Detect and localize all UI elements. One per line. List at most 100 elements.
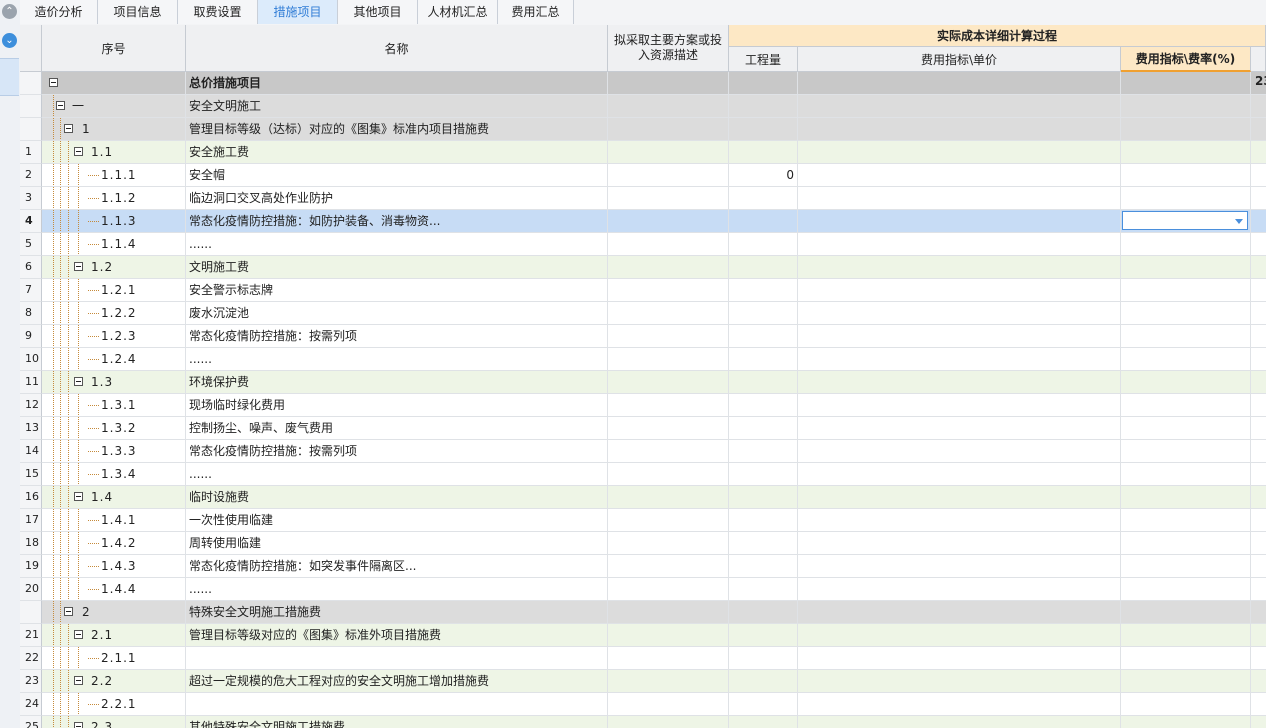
extra-cell[interactable]	[1251, 348, 1266, 371]
seq-cell[interactable]: 1.4.1	[42, 509, 186, 532]
unit-price-cell[interactable]	[798, 417, 1121, 440]
seq-cell[interactable]: 1.1.2	[42, 187, 186, 210]
unit-price-cell[interactable]	[798, 624, 1121, 647]
unit-price-cell[interactable]	[798, 371, 1121, 394]
table-row[interactable]: 23 2.2 超过一定规模的危大工程对应的安全文明施工增加措施费	[20, 670, 1266, 693]
extra-cell[interactable]	[1251, 716, 1266, 728]
desc-cell[interactable]	[608, 325, 729, 348]
qty-cell[interactable]	[729, 72, 798, 95]
extra-cell[interactable]	[1251, 555, 1266, 578]
unit-price-cell[interactable]	[798, 578, 1121, 601]
rate-cell[interactable]	[1121, 463, 1251, 486]
rate-cell[interactable]	[1121, 601, 1251, 624]
desc-cell[interactable]	[608, 72, 729, 95]
name-cell[interactable]: 总价措施项目	[186, 72, 608, 95]
table-row[interactable]: 9 1.2.3 常态化疫情防控措施：按需列项	[20, 325, 1266, 348]
desc-cell[interactable]	[608, 164, 729, 187]
unit-price-cell[interactable]	[798, 164, 1121, 187]
unit-price-cell[interactable]	[798, 233, 1121, 256]
unit-price-cell[interactable]	[798, 716, 1121, 728]
name-cell[interactable]: ......	[186, 578, 608, 601]
unit-price-cell[interactable]	[798, 509, 1121, 532]
desc-cell[interactable]	[608, 233, 729, 256]
rate-cell[interactable]	[1121, 417, 1251, 440]
unit-price-cell[interactable]	[798, 279, 1121, 302]
rate-cell[interactable]	[1121, 72, 1251, 95]
qty-cell[interactable]	[729, 601, 798, 624]
qty-cell[interactable]	[729, 693, 798, 716]
rate-cell[interactable]	[1121, 348, 1251, 371]
seq-cell[interactable]: 一	[42, 95, 186, 118]
table-row[interactable]: 8 1.2.2 废水沉淀池	[20, 302, 1266, 325]
rate-cell[interactable]	[1121, 532, 1251, 555]
collapse-panel-icon[interactable]: ⌃	[2, 4, 17, 19]
qty-cell[interactable]	[729, 256, 798, 279]
qty-cell[interactable]	[729, 141, 798, 164]
table-row[interactable]: 19 1.4.3 常态化疫情防控措施：如突发事件隔离区...	[20, 555, 1266, 578]
extra-cell[interactable]	[1251, 601, 1266, 624]
seq-cell[interactable]: 2.2	[42, 670, 186, 693]
seq-cell[interactable]: 1.2.2	[42, 302, 186, 325]
table-row[interactable]: 1 管理目标等级（达标）对应的《图集》标准内项目措施费	[20, 118, 1266, 141]
desc-cell[interactable]	[608, 371, 729, 394]
seq-cell[interactable]: 2.1.1	[42, 647, 186, 670]
extra-cell[interactable]	[1251, 532, 1266, 555]
table-row[interactable]: 18 1.4.2 周转使用临建	[20, 532, 1266, 555]
table-row[interactable]: 17 1.4.1 一次性使用临建	[20, 509, 1266, 532]
total-row[interactable]: 总价措施项目	[20, 72, 1266, 95]
extra-cell[interactable]	[1251, 509, 1266, 532]
table-row[interactable]: 1 1.1 安全施工费	[20, 141, 1266, 164]
unit-price-cell[interactable]	[798, 118, 1121, 141]
qty-cell[interactable]	[729, 233, 798, 256]
rate-cell[interactable]	[1121, 440, 1251, 463]
desc-cell[interactable]	[608, 417, 729, 440]
extra-cell[interactable]	[1251, 187, 1266, 210]
desc-cell[interactable]	[608, 210, 729, 233]
qty-cell[interactable]	[729, 394, 798, 417]
seq-cell[interactable]: 1.4	[42, 486, 186, 509]
extra-cell[interactable]	[1251, 141, 1266, 164]
unit-price-cell[interactable]	[798, 95, 1121, 118]
name-cell[interactable]: 管理目标等级（达标）对应的《图集》标准内项目措施费	[186, 118, 608, 141]
name-cell[interactable]: 临时设施费	[186, 486, 608, 509]
name-cell[interactable]: ......	[186, 348, 608, 371]
tab-0[interactable]: 造价分析	[20, 0, 98, 24]
unit-price-cell[interactable]	[798, 210, 1121, 233]
qty-cell[interactable]	[729, 486, 798, 509]
name-cell[interactable]: 环境保护费	[186, 371, 608, 394]
qty-cell[interactable]	[729, 348, 798, 371]
qty-cell[interactable]	[729, 670, 798, 693]
desc-cell[interactable]	[608, 118, 729, 141]
extra-cell[interactable]	[1251, 463, 1266, 486]
name-cell[interactable]: 一次性使用临建	[186, 509, 608, 532]
desc-cell[interactable]	[608, 532, 729, 555]
desc-cell[interactable]	[608, 394, 729, 417]
tab-3[interactable]: 措施项目	[258, 0, 338, 24]
name-cell[interactable]: 其他特殊安全文明施工措施费	[186, 716, 608, 728]
table-row[interactable]: 3 1.1.2 临边洞口交叉高处作业防护	[20, 187, 1266, 210]
name-cell[interactable]: 常态化疫情防控措施：按需列项	[186, 325, 608, 348]
table-row[interactable]: 7 1.2.1 安全警示标志牌	[20, 279, 1266, 302]
extra-cell[interactable]	[1251, 624, 1266, 647]
name-cell[interactable]: 常态化疫情防控措施：如防护装备、消毒物资...	[186, 210, 608, 233]
desc-cell[interactable]	[608, 647, 729, 670]
rate-cell[interactable]	[1121, 302, 1251, 325]
unit-price-cell[interactable]	[798, 302, 1121, 325]
seq-cell[interactable]: 1.2.4	[42, 348, 186, 371]
name-cell[interactable]: 超过一定规模的危大工程对应的安全文明施工增加措施费	[186, 670, 608, 693]
table-row[interactable]: 22 2.1.1	[20, 647, 1266, 670]
rate-cell[interactable]	[1121, 233, 1251, 256]
extra-cell[interactable]	[1251, 256, 1266, 279]
table-row[interactable]: 4 1.1.3 常态化疫情防控措施：如防护装备、消毒物资...	[20, 210, 1266, 233]
seq-cell[interactable]: 1.2.1	[42, 279, 186, 302]
seq-cell[interactable]: 1.2	[42, 256, 186, 279]
collapse-toggle-icon[interactable]	[74, 377, 83, 386]
seq-cell[interactable]: 1.1	[42, 141, 186, 164]
collapse-toggle-icon[interactable]	[64, 124, 73, 133]
name-cell[interactable]: 临边洞口交叉高处作业防护	[186, 187, 608, 210]
unit-price-cell[interactable]	[798, 463, 1121, 486]
collapse-toggle-icon[interactable]	[74, 676, 83, 685]
desc-cell[interactable]	[608, 348, 729, 371]
rate-cell[interactable]	[1121, 509, 1251, 532]
desc-cell[interactable]	[608, 670, 729, 693]
